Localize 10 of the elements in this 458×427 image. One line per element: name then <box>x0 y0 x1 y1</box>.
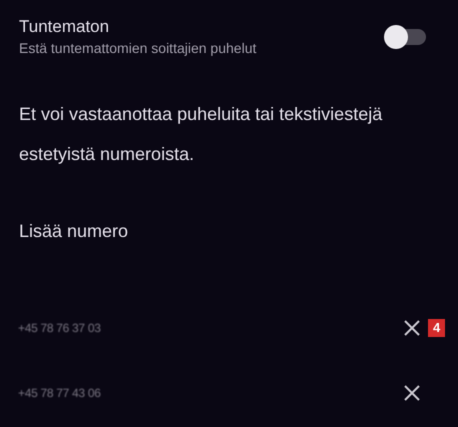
add-number-link[interactable]: Lisää numero <box>0 218 148 245</box>
phone-number: +45 78 76 37 03 <box>18 320 101 336</box>
number-badge: 4 <box>428 318 446 336</box>
phone-number: +45 78 77 43 06 <box>18 384 101 402</box>
info-text: Et voi vastaanottaa puheluita tai tekstiviestejä estetyistä numeroista. <box>18 103 384 166</box>
remove-button[interactable] <box>402 318 422 338</box>
setting-title: Tuntematon <box>19 16 110 38</box>
setting-subtitle: Estä tuntemattomien soittajien puhelut <box>19 39 256 58</box>
remove-button[interactable] <box>402 382 422 402</box>
toggle-switch[interactable] <box>384 24 428 50</box>
